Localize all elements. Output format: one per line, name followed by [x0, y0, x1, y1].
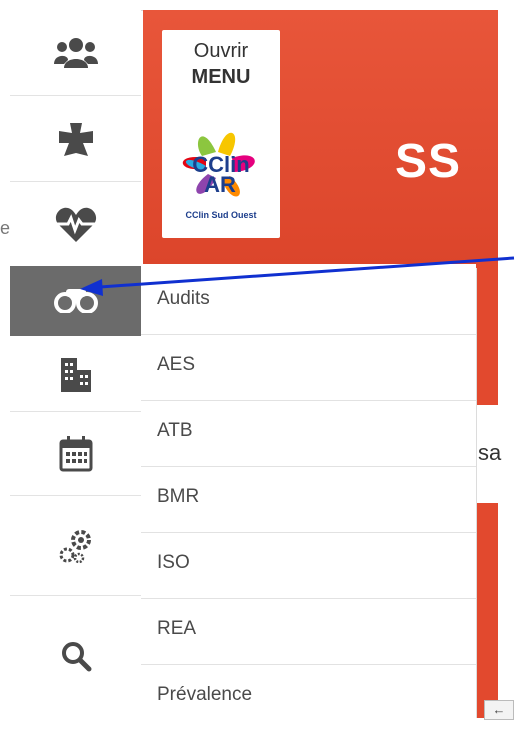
submenu-item-iso[interactable]: ISO — [141, 532, 476, 599]
content-banner-lower — [476, 503, 498, 718]
icon-sidebar: e — [0, 10, 141, 718]
heartbeat-icon — [54, 206, 98, 244]
submenu-item-label: ISO — [157, 552, 190, 573]
menu-label: MENU — [191, 66, 251, 88]
cclin-logo: CClin AR — [172, 122, 270, 213]
submenu-item-audits[interactable]: Audits — [141, 268, 476, 335]
submenu-item-atb[interactable]: ATB — [141, 400, 476, 467]
content-banner — [476, 260, 498, 405]
building-icon — [59, 356, 93, 392]
logo-subtitle: CClin Sud Ouest — [185, 210, 257, 220]
sidebar-item-health[interactable] — [10, 182, 141, 268]
submenu-item-rea[interactable]: REA — [141, 598, 476, 665]
scroll-left-button[interactable]: ← — [484, 700, 514, 720]
puzzle-icon — [56, 119, 96, 159]
content-text-fragment: sa — [478, 440, 502, 465]
svg-text:AR: AR — [204, 172, 236, 197]
site-header: Ouvrir MENU CClin AR CClin Sud Ouest SS — [143, 10, 498, 264]
open-menu-label: Ouvrir — [193, 40, 249, 62]
submenu-item-bmr[interactable]: BMR — [141, 466, 476, 533]
page-title: SS — [395, 135, 462, 188]
submenu-item-label: REA — [157, 618, 197, 639]
open-menu-button[interactable]: Ouvrir MENU CClin AR CClin Sud Ouest — [162, 30, 280, 238]
search-icon — [60, 640, 92, 672]
cut-off-label: e — [0, 218, 11, 238]
submenu-item-label: Prévalence — [157, 684, 253, 705]
users-icon — [53, 36, 98, 70]
binoculars-icon — [53, 289, 98, 313]
calendar-icon — [59, 436, 93, 472]
submenu-item-label: BMR — [157, 486, 200, 507]
sidebar-item-buildings[interactable] — [10, 336, 141, 412]
submenu-item-label: AES — [157, 354, 196, 375]
submenu-item-label: Audits — [157, 288, 210, 309]
submenu-item-label: ATB — [157, 420, 193, 441]
sidebar-item-users[interactable] — [10, 10, 141, 96]
sidebar-item-settings[interactable] — [10, 496, 141, 596]
gears-icon — [58, 528, 94, 564]
sidebar-item-calendar[interactable] — [10, 412, 141, 496]
submenu-item-prevalence[interactable]: Prévalence — [141, 664, 476, 730]
audits-submenu: Audits AES ATB BMR ISO REA Prévalence — [141, 268, 477, 718]
sidebar-item-search[interactable] — [10, 596, 141, 716]
sidebar-item-audits[interactable] — [10, 266, 141, 336]
sidebar-item-puzzle[interactable] — [10, 96, 141, 182]
submenu-item-aes[interactable]: AES — [141, 334, 476, 401]
